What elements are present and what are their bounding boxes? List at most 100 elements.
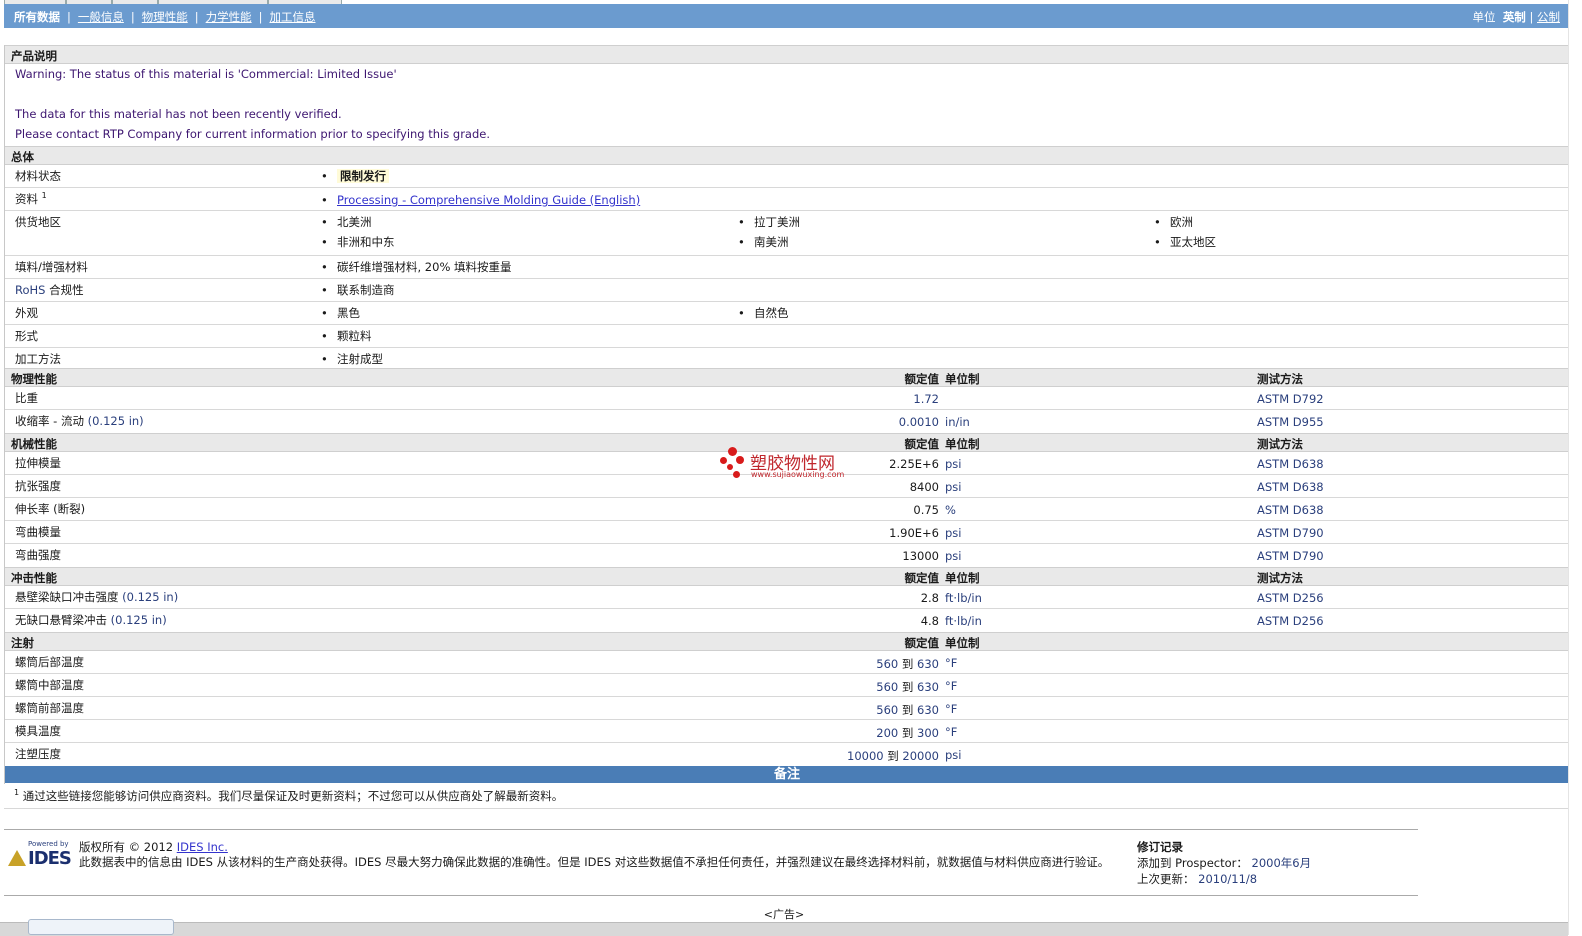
tab-separator: |	[130, 10, 135, 24]
ides-inc-link[interactable]: IDES Inc.	[177, 840, 228, 854]
table-row: 模具温度 200 到 300 °F	[5, 720, 1569, 743]
property-name: 弯曲强度	[15, 548, 61, 562]
column-header-unit: 单位制	[945, 571, 980, 585]
tab-general-info[interactable]: 一般信息	[78, 10, 124, 24]
property-test-method: ASTM D790	[1257, 526, 1324, 540]
notes-header: 备注	[5, 766, 1569, 783]
unit-english-option[interactable]: 英制	[1503, 10, 1526, 24]
property-unit: psi	[945, 526, 962, 540]
range-to: 到	[901, 657, 914, 671]
column-header-test: 测试方法	[1257, 571, 1303, 585]
range-high: 20000	[902, 749, 939, 763]
method-label: 加工方法	[15, 352, 61, 366]
product-contact-row: Please contact RTP Company for current i…	[5, 124, 1569, 144]
revision-updated-value: 2010/11/8	[1198, 872, 1258, 886]
property-name: 弯曲模量	[15, 525, 61, 539]
form-label: 形式	[15, 329, 38, 343]
range-to: 到	[901, 680, 914, 694]
ides-mark-icon	[8, 850, 26, 866]
property-value: 2.8	[920, 591, 939, 605]
column-header-unit: 单位制	[945, 372, 980, 386]
vertical-scrollbar[interactable]	[1568, 0, 1582, 935]
tab-physical-properties[interactable]: 物理性能	[142, 10, 188, 24]
tab-all-data[interactable]: 所有数据	[14, 10, 60, 24]
property-condition: (0.125 in)	[110, 613, 167, 627]
section-title-mechanical: 机械性能	[11, 437, 57, 451]
notes-row: 1 通过这些链接您能够访问供应商资料。我们尽量保证及时更新资料；不过您可以从供应…	[4, 784, 1568, 809]
filler-value: 碳纤维增强材料, 20% 填料按重量	[337, 259, 512, 275]
property-value: 13000	[902, 549, 939, 563]
property-name-group: 无缺口悬臂梁冲击 (0.125 in)	[15, 612, 167, 628]
revision-added-value: 2000年6月	[1251, 856, 1312, 870]
property-test-method: ASTM D256	[1257, 614, 1324, 628]
appearance-item: 自然色	[754, 305, 789, 321]
tab-separator: |	[67, 10, 71, 24]
property-unit: in/in	[945, 415, 970, 429]
bottom-toolbar	[0, 922, 1568, 936]
property-unit: %	[945, 503, 956, 517]
column-header-test: 测试方法	[1257, 437, 1303, 451]
product-contact: Please contact RTP Company for current i…	[15, 127, 490, 141]
property-test-method: ASTM D638	[1257, 480, 1324, 494]
regions-label: 供货地区	[15, 215, 61, 229]
rohs-label-text: 合规性	[49, 283, 84, 297]
unit-metric-option[interactable]: 公制	[1537, 10, 1560, 24]
status-value: 限制发行	[337, 169, 389, 183]
ad-placeholder: <广告>	[763, 908, 805, 921]
tab-processing-info[interactable]: 加工信息	[270, 10, 316, 24]
property-value: 4.8	[920, 614, 939, 628]
watermark-url: www.sujiaowuxing.com	[751, 470, 845, 479]
property-name: 比重	[15, 391, 38, 405]
property-value: 1.72	[913, 392, 939, 406]
tab-mechanical-properties[interactable]: 力学性能	[206, 10, 252, 24]
revision-updated: 上次更新： 2010/11/8	[1137, 871, 1311, 887]
table-row: 螺筒后部温度 560 到 630 °F	[5, 651, 1569, 674]
property-condition: (0.125 in)	[122, 590, 179, 604]
property-unit: psi	[945, 549, 962, 563]
section-title-physical: 物理性能	[11, 372, 57, 386]
property-name: 无缺口悬臂梁冲击	[15, 613, 107, 627]
appearance-label: 外观	[15, 306, 38, 320]
processing-guide-link[interactable]: Processing - Comprehensive Molding Guide…	[337, 193, 640, 207]
datasheet-page: 所有数据 | 一般信息 | 物理性能 | 力学性能 | 加工信息 单位 英制 | 公制 产品说明…	[0, 0, 1569, 936]
footer-bottom-rule	[4, 895, 1418, 896]
property-value: 2.25E+6	[889, 457, 939, 471]
rohs-label: RoHS 合规性	[15, 282, 84, 298]
property-unit: ft·lb/in	[945, 591, 982, 605]
section-title-injection: 注射	[11, 636, 34, 650]
property-test-method: ASTM D792	[1257, 392, 1324, 406]
range-high: 630	[917, 657, 939, 671]
property-unit: °F	[945, 725, 958, 739]
ides-wordmark: IDES	[28, 848, 72, 869]
property-name: 模具温度	[15, 724, 61, 738]
section-title-impact: 冲击性能	[11, 571, 57, 585]
column-header-nominal: 额定值	[904, 372, 940, 386]
column-header-unit: 单位制	[945, 437, 980, 451]
disclaimer-text: 此数据表中的信息由 IDES 从该材料的生产商处获得。IDES 尽最大努力确保此…	[79, 855, 1110, 869]
watermark-logo: 塑胶物性网 www.sujiaowuxing.com	[720, 447, 860, 483]
range-high: 300	[917, 726, 939, 740]
range-low: 200	[876, 726, 899, 740]
footer-copyright-block: 版权所有 © 2012 IDES Inc. 此数据表中的信息由 IDES 从该材…	[79, 840, 1109, 870]
status-item: 限制发行	[337, 168, 389, 184]
table-row: 悬壁梁缺口冲击强度 (0.125 in) 2.8 ft·lb/in ASTM D…	[5, 586, 1569, 609]
column-header-nominal: 额定值	[904, 636, 940, 650]
ides-powered-by: Powered by	[28, 840, 69, 848]
property-name: 螺筒后部温度	[15, 655, 84, 669]
bottom-tab[interactable]	[28, 919, 174, 935]
table-row: 螺筒中部温度 560 到 630 °F	[5, 674, 1569, 697]
property-value: 8400	[909, 480, 939, 494]
general-literature-row: 资料 1 Processing - Comprehensive Molding …	[5, 188, 1569, 211]
column-header-nominal: 额定值	[904, 571, 940, 585]
notes-footnote-mark: 1	[14, 788, 20, 798]
property-test-method: ASTM D638	[1257, 457, 1324, 471]
literature-footnote-mark: 1	[41, 191, 47, 201]
property-range: 560 到 630	[876, 679, 939, 695]
property-unit: °F	[945, 656, 958, 670]
notes-text: 通过这些链接您能够访问供应商资料。我们尽量保证及时更新资料；不过您可以从供应商处…	[22, 789, 564, 803]
table-row: 收缩率 - 流动 (0.125 in) 0.0010 in/in ASTM D9…	[5, 410, 1569, 431]
section-header-impact: 冲击性能 额定值 单位制 测试方法	[5, 567, 1569, 586]
property-test-method: ASTM D790	[1257, 549, 1324, 563]
property-range: 560 到 630	[876, 656, 939, 672]
property-name-group: 收缩率 - 流动 (0.125 in)	[15, 413, 144, 429]
